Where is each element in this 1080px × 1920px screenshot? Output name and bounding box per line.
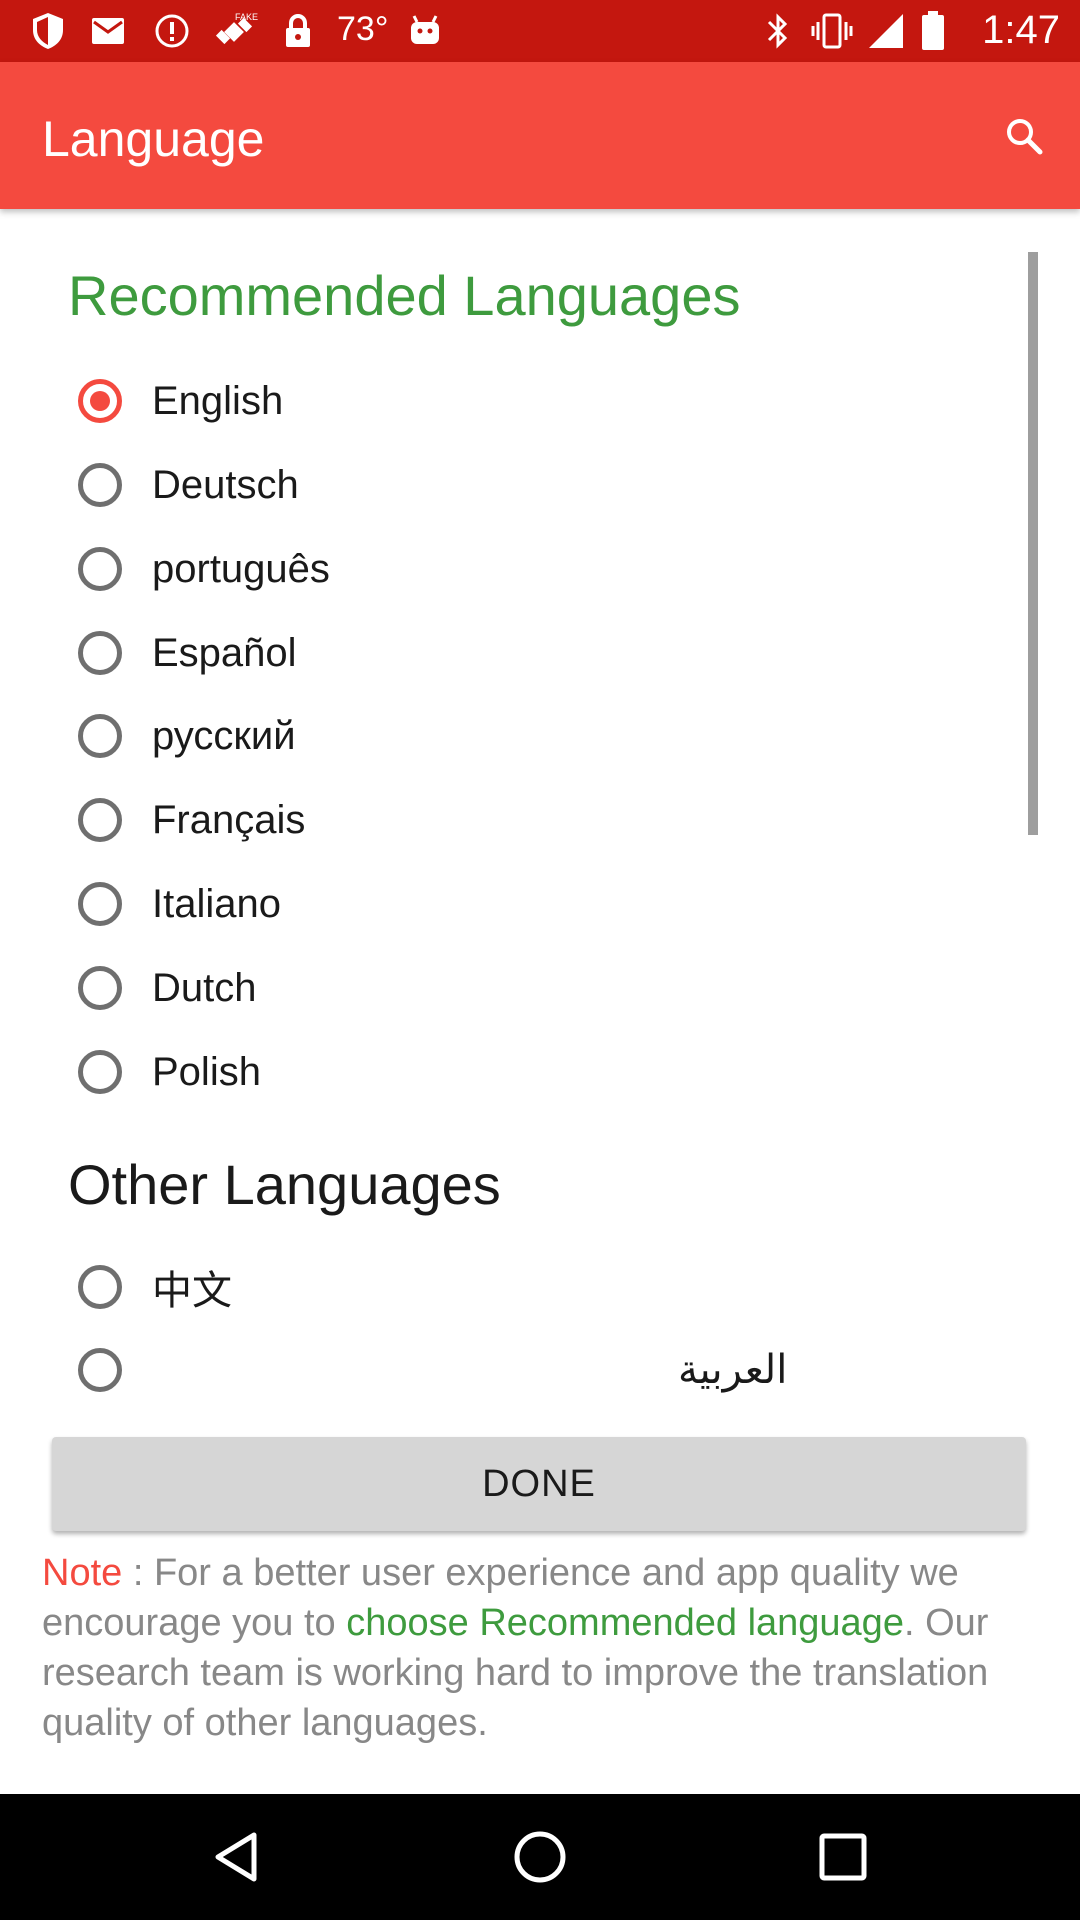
language-option-english[interactable]: English: [78, 366, 978, 436]
language-label: Dutch: [152, 965, 257, 1010]
language-label: русский: [152, 713, 296, 758]
radio-button[interactable]: [78, 882, 122, 926]
language-label: português: [152, 546, 330, 591]
language-option-dutch[interactable]: Dutch: [78, 953, 978, 1023]
clock: 1:47: [982, 8, 1060, 52]
recents-icon: [819, 1833, 867, 1881]
satellite-fake-icon: FAKE: [212, 12, 260, 50]
other-languages-title: Other Languages: [68, 1153, 501, 1216]
search-icon: [1007, 119, 1043, 155]
shield-icon: [28, 12, 68, 50]
radio-button[interactable]: [78, 1348, 122, 1392]
recommended-languages-title: Recommended Languages: [68, 264, 741, 327]
radio-button[interactable]: [78, 547, 122, 591]
radio-button[interactable]: [78, 798, 122, 842]
language-option-portugues[interactable]: português: [78, 534, 978, 604]
navigation-bar: [0, 1794, 1080, 1920]
language-option-francais[interactable]: Français: [78, 785, 978, 855]
language-option-espanol[interactable]: Español: [78, 618, 978, 688]
language-label: Deutsch: [152, 462, 299, 507]
language-option-polish[interactable]: Polish: [78, 1037, 978, 1107]
language-option-chinese[interactable]: 中文: [78, 1252, 978, 1322]
status-bar: FAKE 73° 1:47: [0, 0, 1080, 62]
language-label: Español: [152, 630, 297, 675]
app-bar: Language: [0, 62, 1080, 209]
recents-button[interactable]: [803, 1822, 883, 1892]
choose-recommended-link[interactable]: choose Recommended language: [346, 1602, 904, 1644]
radio-button-checked[interactable]: [78, 379, 122, 423]
language-label: 中文: [152, 1269, 232, 1313]
language-option-russian[interactable]: русский: [78, 701, 978, 771]
note-text: Note : For a better user experience and …: [42, 1548, 1022, 1748]
battery-icon: [918, 11, 948, 50]
back-button[interactable]: [196, 1822, 276, 1892]
home-button[interactable]: [500, 1822, 580, 1892]
language-option-italiano[interactable]: Italiano: [78, 869, 978, 939]
bluetooth-icon: [758, 12, 798, 50]
done-button[interactable]: DONE: [52, 1437, 1026, 1531]
radio-button[interactable]: [78, 631, 122, 675]
radio-button[interactable]: [78, 1265, 122, 1309]
mail-icon: [88, 12, 128, 50]
search-button[interactable]: [988, 100, 1060, 172]
home-icon: [514, 1831, 566, 1883]
language-label: Polish: [152, 1049, 261, 1094]
language-label: Français: [152, 797, 306, 842]
language-label: العربية: [678, 1348, 788, 1392]
scrollbar[interactable]: [1028, 252, 1038, 835]
vibrate-icon: [810, 12, 854, 50]
radio-button[interactable]: [78, 1050, 122, 1094]
back-icon: [215, 1832, 257, 1882]
lock-icon: [280, 12, 316, 50]
temperature: 73°: [337, 10, 389, 48]
note-label: Note: [42, 1552, 123, 1594]
language-option-arabic[interactable]: العربية: [78, 1335, 978, 1405]
language-label: English: [152, 378, 284, 423]
svg-text:FAKE: FAKE: [235, 12, 258, 22]
language-option-deutsch[interactable]: Deutsch: [78, 450, 978, 520]
signal-icon: [866, 12, 906, 50]
radio-button[interactable]: [78, 966, 122, 1010]
radio-button[interactable]: [78, 714, 122, 758]
page-title: Language: [42, 111, 265, 167]
radio-button[interactable]: [78, 463, 122, 507]
language-list[interactable]: Recommended Languages English Deutsch po…: [0, 209, 1080, 1427]
android-icon: [405, 12, 445, 50]
language-label: Italiano: [152, 881, 281, 926]
alert-icon: [152, 12, 192, 50]
